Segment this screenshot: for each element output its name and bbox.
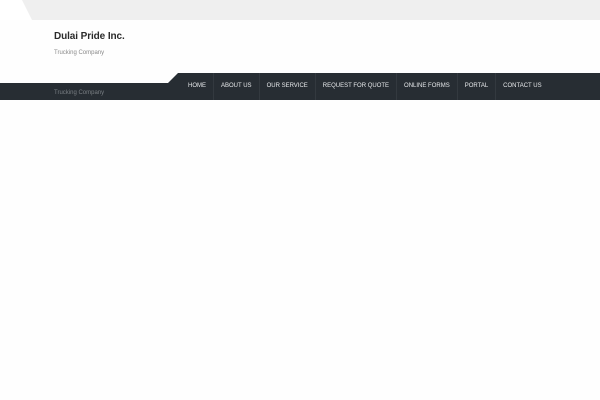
- nav-item-online-forms[interactable]: ONLINE FORMS: [397, 73, 458, 100]
- nav-item-portal[interactable]: PORTAL: [458, 73, 497, 100]
- site-title[interactable]: Dulai Pride Inc.: [54, 31, 125, 42]
- nav-item-our-service[interactable]: OUR SERVICE: [260, 73, 316, 100]
- page: Dulai Pride Inc. Trucking Company Trucki…: [0, 0, 600, 400]
- nav-item-contact-us[interactable]: CONTACT US: [496, 73, 548, 100]
- nav-menu: HOME ABOUT US OUR SERVICE REQUEST FOR QU…: [181, 73, 549, 100]
- nav-item-home[interactable]: HOME: [181, 73, 214, 100]
- top-strip: [0, 0, 600, 20]
- nav-item-request-for-quote[interactable]: REQUEST FOR QUOTE: [316, 73, 398, 100]
- nav-tagline: Trucking Company: [54, 90, 105, 96]
- navbar-notch: [0, 73, 178, 83]
- site-tagline: Trucking Company: [54, 50, 105, 56]
- nav-item-about-us[interactable]: ABOUT US: [214, 73, 260, 100]
